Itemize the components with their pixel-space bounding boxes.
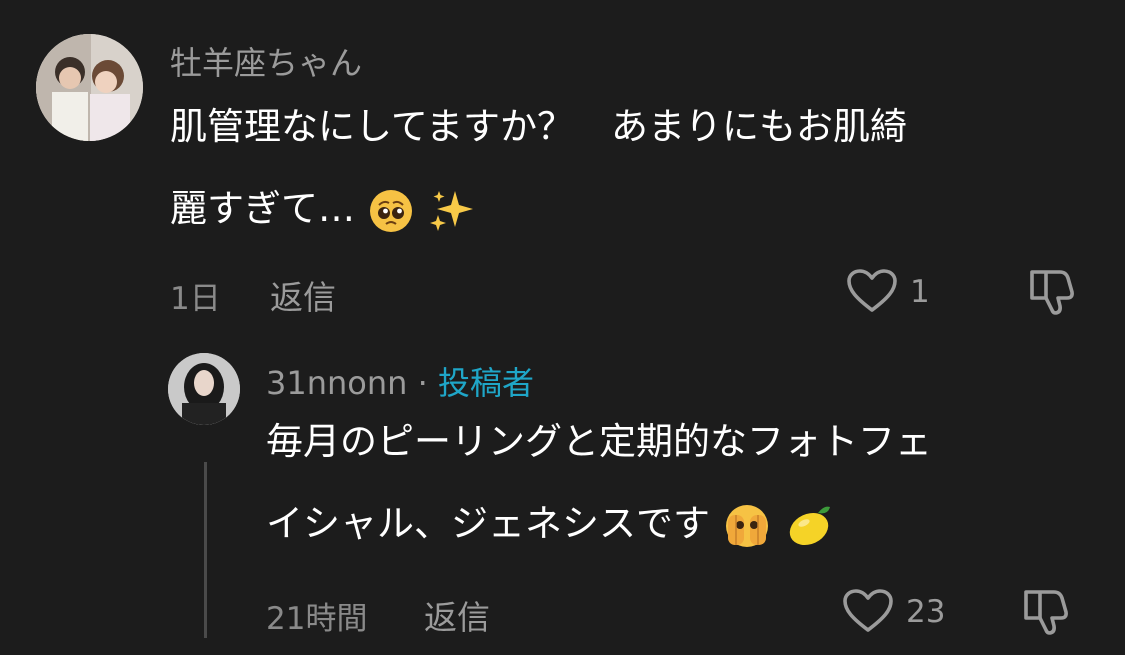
comment-timestamp: 1日 (170, 281, 221, 317)
like-count: 23 (906, 594, 946, 630)
comment-text-line-2-text: 麗すぎて… (170, 187, 355, 230)
reply-text-line-2-text: イシャル、ジェネシスです (266, 502, 710, 545)
reply-author-avatar[interactable] (168, 353, 240, 425)
author-badge: 投稿者 (437, 364, 534, 402)
commenter-username[interactable]: 牡羊座ちゃん (170, 38, 362, 84)
like-count: 1 (910, 274, 930, 310)
heart-outline-icon[interactable] (842, 588, 894, 634)
face-with-peeking-eye-emoji (725, 504, 768, 547)
heart-outline-icon[interactable] (846, 268, 898, 314)
reply-username-row: 31nnonn · 投稿者 (266, 358, 534, 404)
comment-item: 牡羊座ちゃん 肌管理なにしてますか？ あまりにもお肌綺 麗すぎて… 1日 返信 (0, 0, 1125, 330)
pleading-face-emoji (369, 189, 412, 232)
reply-text-line-1: 毎月のピーリングと定期的なフォトフェ (266, 420, 932, 463)
avatar-photo (36, 34, 143, 141)
reply-text: 毎月のピーリングと定期的なフォトフェ イシャル、ジェネシスです (266, 401, 1086, 565)
sparkles-emoji (429, 190, 473, 231)
commenter-avatar[interactable] (36, 34, 143, 141)
reply-to-reply-button[interactable]: 返信 (424, 591, 490, 639)
comment-text: 肌管理なにしてますか？ あまりにもお肌綺 麗すぎて… (170, 86, 1090, 250)
thumbs-down-icon[interactable] (1022, 586, 1074, 636)
comment-text-line-2: 麗すぎて… (170, 168, 1090, 250)
thumbs-down-icon[interactable] (1028, 266, 1080, 316)
reply-username[interactable]: 31nnonn (266, 364, 407, 402)
reply-timestamp: 21時間 (266, 601, 368, 637)
avatar-photo (168, 353, 240, 425)
username-separator: · (417, 364, 428, 402)
reply-text-line-2: イシャル、ジェネシスです (266, 483, 1086, 565)
comment-text-line-1: 肌管理なにしてますか？ あまりにもお肌綺 (170, 105, 908, 148)
reply-item: 31nnonn · 投稿者 毎月のピーリングと定期的なフォトフェ イシャル、ジェ… (0, 330, 1125, 655)
lemon-emoji (789, 506, 830, 545)
reply-button[interactable]: 返信 (270, 271, 336, 319)
